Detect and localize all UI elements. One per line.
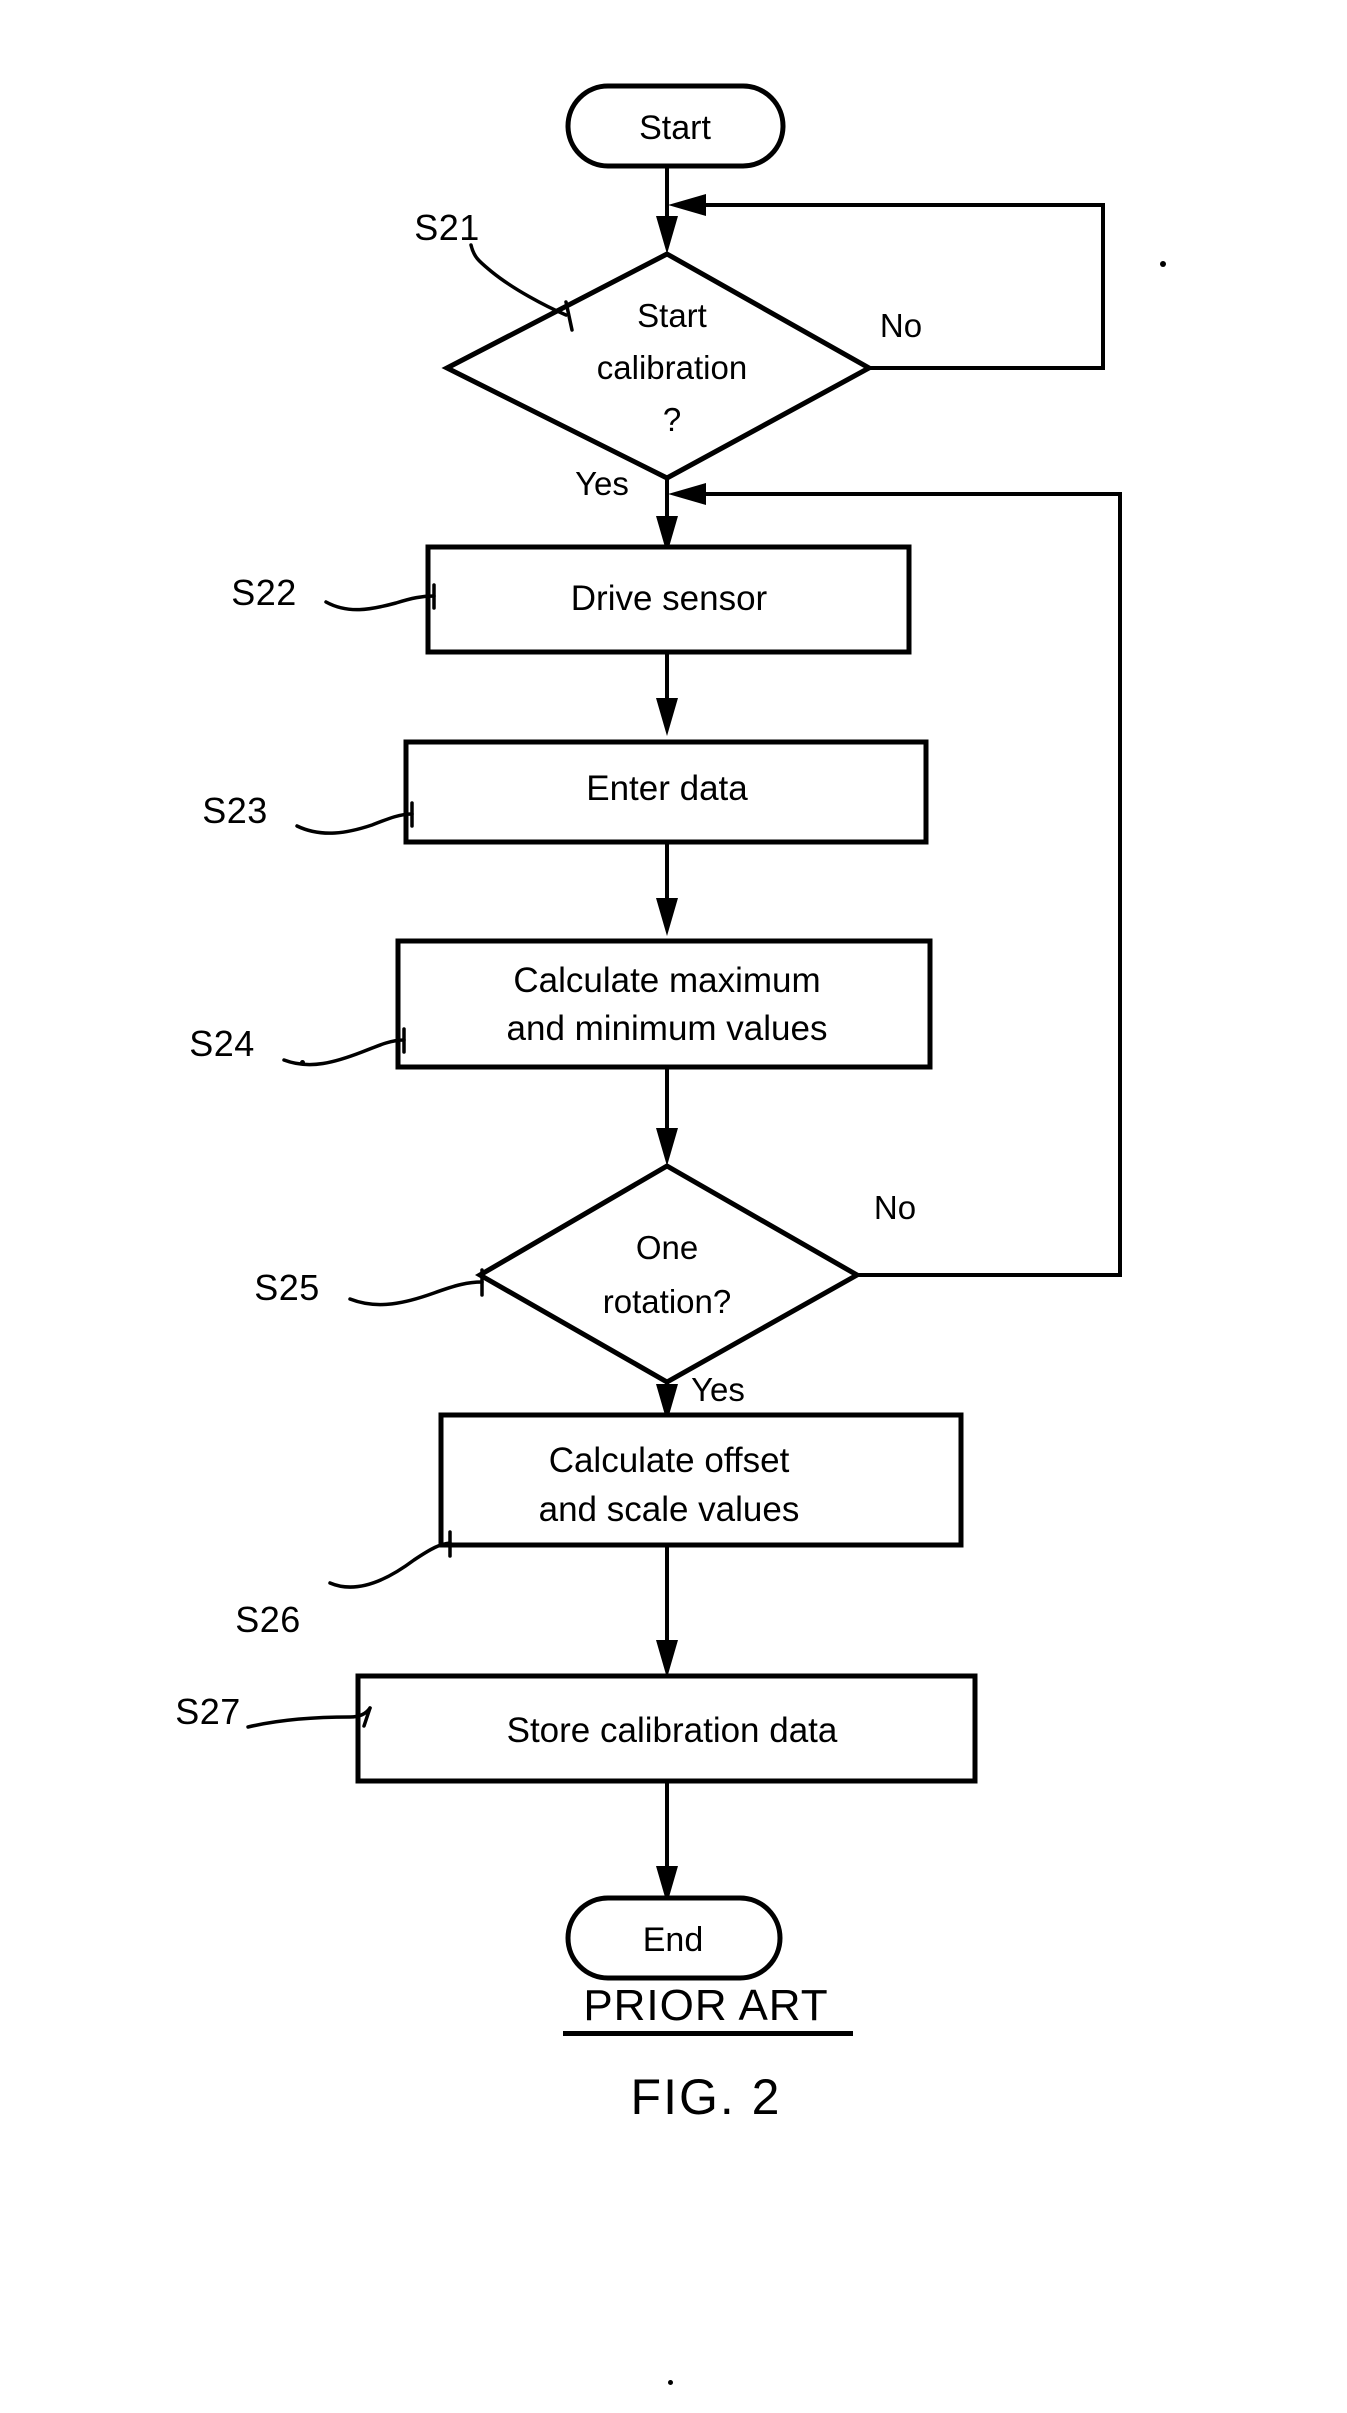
s26-leader-line xyxy=(328,1541,452,1589)
scan-speck-bottom xyxy=(668,2380,673,2385)
s25-decision-shape xyxy=(475,1163,863,1385)
arrowhead-s24-to-s25 xyxy=(656,1128,678,1166)
scan-speck-right xyxy=(1160,261,1166,267)
s25-leader-line xyxy=(348,1280,484,1307)
arrowhead-start-to-s21 xyxy=(656,216,678,254)
scan-speck-left xyxy=(300,1060,305,1065)
arrowhead-s23-to-s24 xyxy=(656,898,678,936)
s21-decision-shape xyxy=(441,251,875,481)
s26-process-shape xyxy=(438,1412,964,1548)
end-terminator-shape xyxy=(565,1895,783,1981)
s27-leader-line xyxy=(246,1706,372,1729)
s22-leader-line xyxy=(324,594,436,612)
figure-canvas: Start S21 Start calibration ? No Yes S22… xyxy=(0,0,1347,2413)
s21-leader-line xyxy=(469,243,568,317)
flowchart-graphics xyxy=(246,83,1122,2036)
prior-art-underline xyxy=(563,2031,853,2036)
start-terminator-shape xyxy=(565,83,786,169)
arrowhead-s21-no-loop xyxy=(668,194,706,216)
arrowhead-s22-to-s23 xyxy=(656,698,678,736)
arrowhead-s26-to-s27 xyxy=(656,1640,678,1678)
s24-process-shape xyxy=(395,938,933,1070)
s23-process-shape xyxy=(403,739,929,845)
s23-leader-line xyxy=(295,812,414,835)
s22-process-shape xyxy=(425,544,912,655)
arrowhead-s25-no-loop xyxy=(668,483,706,505)
s27-process-shape xyxy=(355,1673,978,1784)
